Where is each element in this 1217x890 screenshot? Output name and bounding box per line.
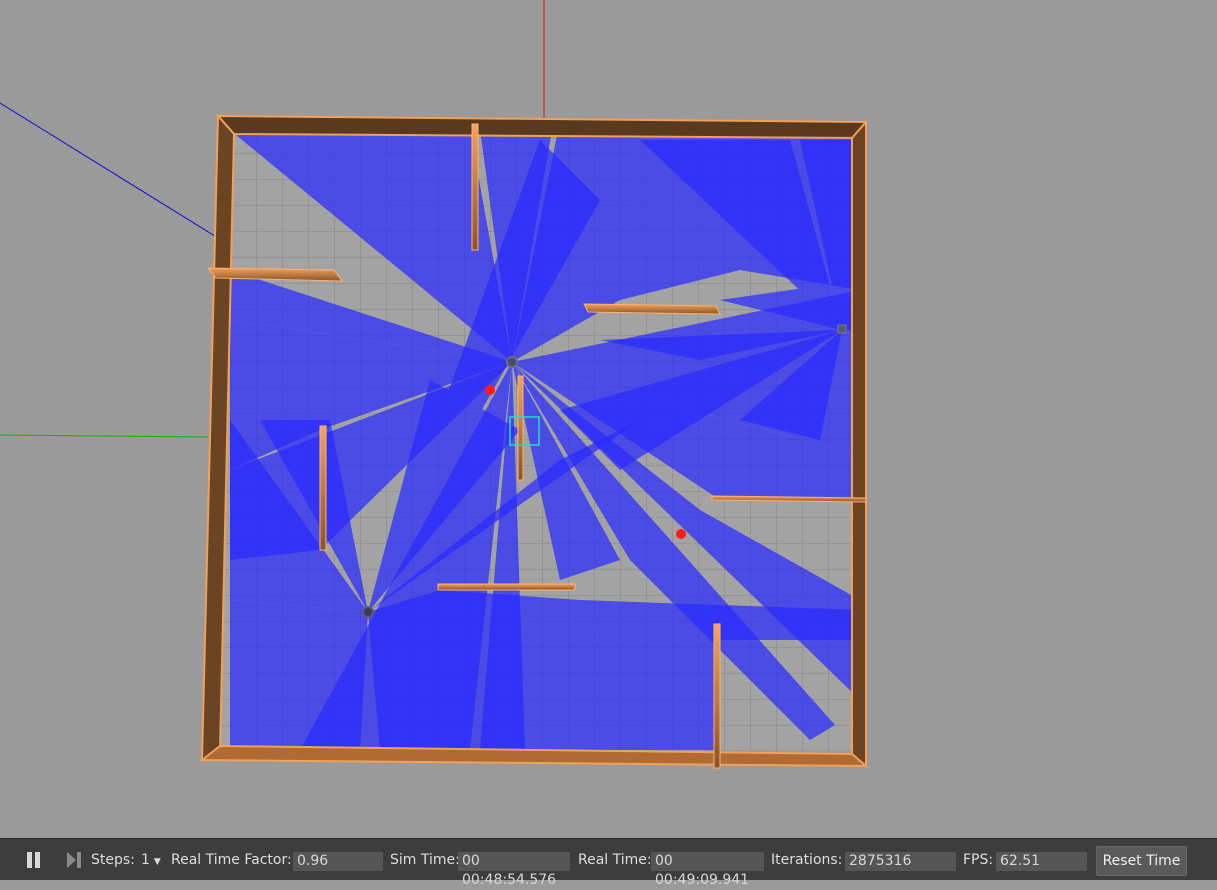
inner-wall-3	[583, 303, 721, 315]
pause-button[interactable]	[26, 839, 42, 880]
reset-time-button[interactable]: Reset Time	[1096, 846, 1187, 876]
inner-wall-5	[319, 425, 327, 551]
iterations-label: Iterations:	[771, 851, 843, 868]
fps-label: FPS:	[963, 851, 994, 868]
robot-1[interactable]	[506, 356, 518, 368]
chevron-down-icon: ▼	[153, 857, 161, 867]
step-button[interactable]	[65, 839, 83, 880]
real-time-field: 00 00:49:09.941	[651, 852, 764, 888]
rtf-label: Real Time Factor:	[171, 851, 292, 868]
real-time-label: Real Time:	[578, 851, 652, 868]
robot-2[interactable]	[362, 606, 374, 618]
sim-time-label: Sim Time:	[390, 851, 460, 868]
fps-field: 62.51	[996, 852, 1087, 871]
iterations-field: 2875316	[845, 852, 956, 871]
simulation-viewport[interactable]	[0, 0, 1217, 838]
pause-icon	[27, 851, 40, 868]
rtf-field: 0.96	[293, 852, 383, 871]
goal-marker-2[interactable]	[676, 529, 686, 539]
inner-wall-4	[517, 375, 524, 481]
z-axis-line	[0, 434, 209, 438]
wall-right	[851, 119, 867, 769]
steps-label: Steps:	[91, 851, 135, 868]
goal-marker-1[interactable]	[485, 385, 495, 395]
wall-top	[215, 114, 867, 140]
steps-dropdown[interactable]: 1 ▼	[141, 839, 161, 880]
inner-wall-8	[713, 623, 721, 769]
inner-wall-7	[437, 583, 577, 591]
inner-wall-1	[471, 123, 479, 251]
time-control-toolbar: Steps: 1 ▼ Real Time Factor: 0.96 Sim Ti…	[0, 838, 1217, 888]
steps-value: 1	[141, 851, 150, 868]
sim-time-field: 00 00:48:54.576	[458, 852, 570, 888]
robot-3[interactable]	[837, 324, 847, 334]
step-forward-icon	[67, 851, 81, 868]
